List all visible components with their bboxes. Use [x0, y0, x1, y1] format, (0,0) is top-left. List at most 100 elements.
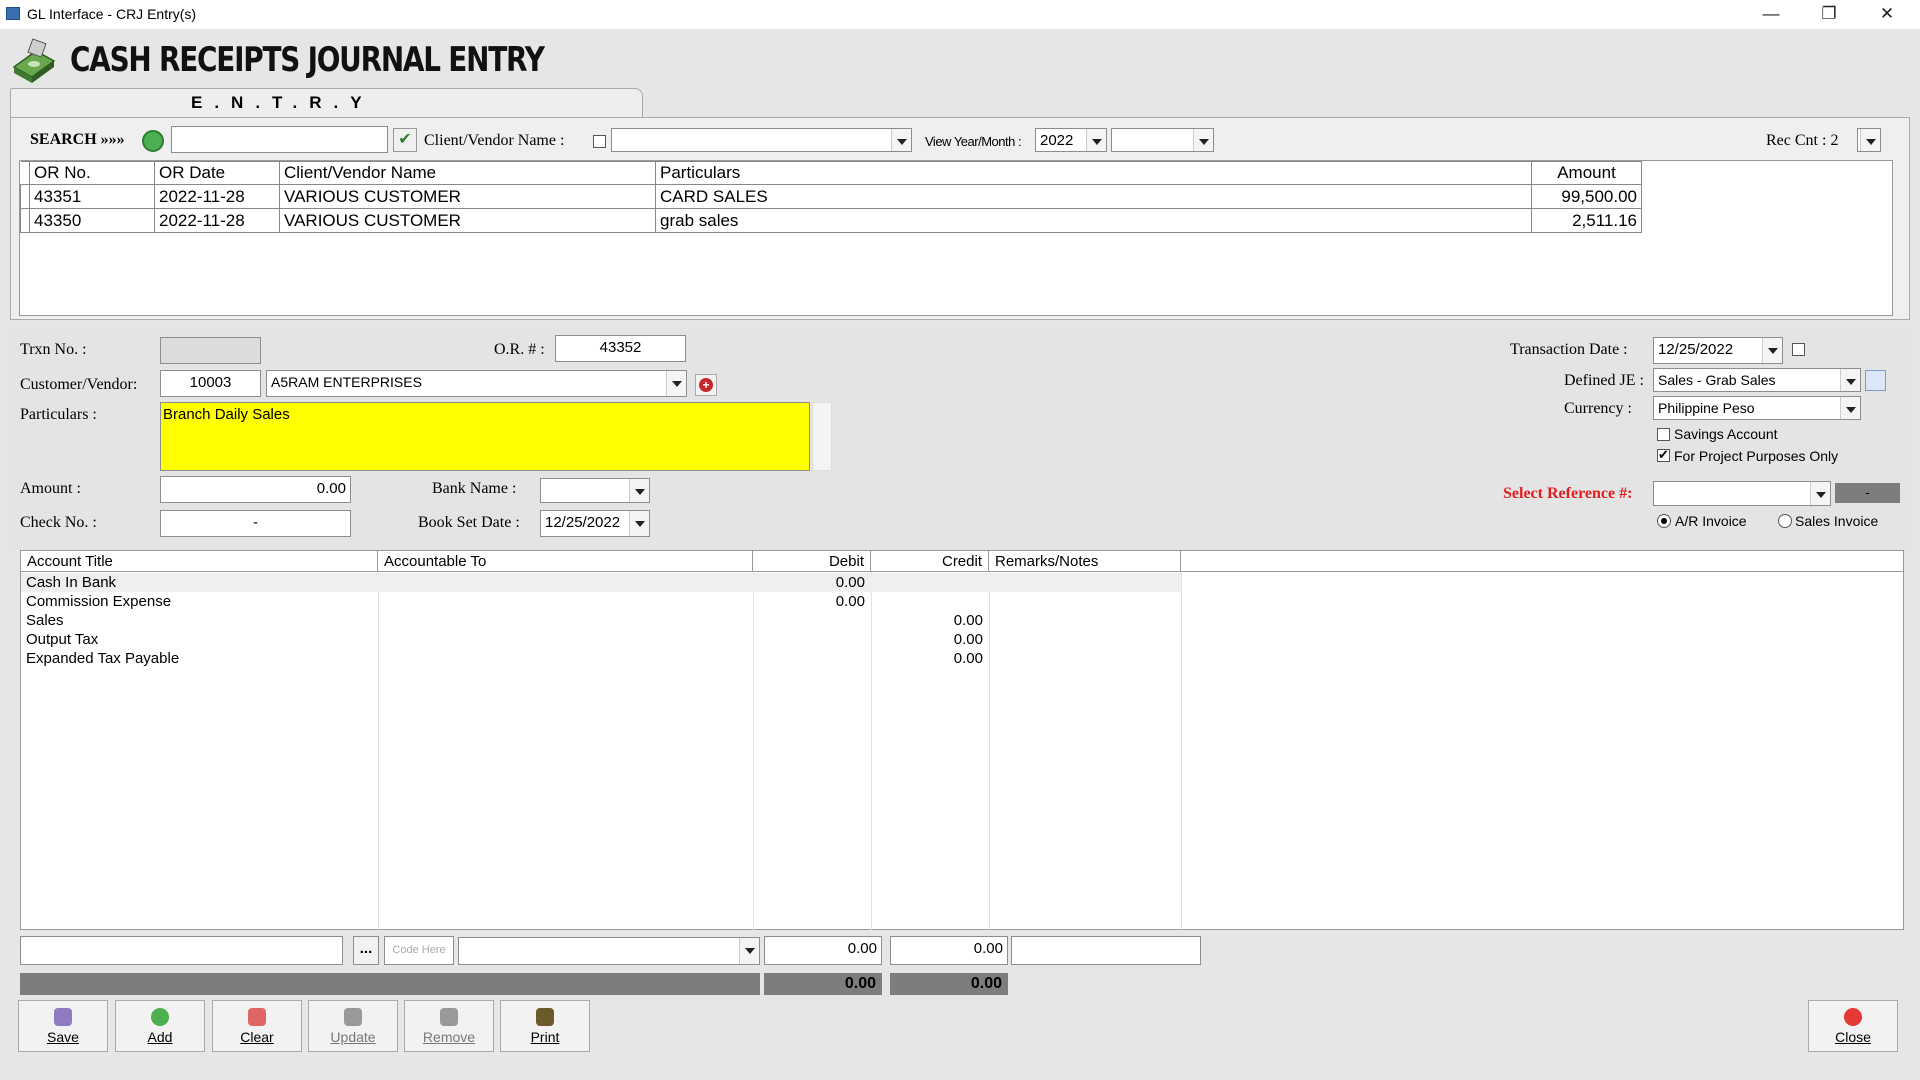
refresh-icon[interactable] — [142, 130, 164, 152]
book-set-date-picker[interactable]: 12/25/2022 — [540, 510, 650, 537]
bank-name-dropdown[interactable] — [540, 478, 650, 503]
book-set-date-label: Book Set Date : — [418, 514, 520, 531]
update-icon — [344, 1008, 362, 1026]
or-no-field[interactable]: 43352 — [555, 335, 686, 362]
credit-input[interactable]: 0.00 — [890, 936, 1008, 965]
debit-input[interactable]: 0.00 — [764, 936, 882, 965]
currency-label: Currency : — [1564, 400, 1632, 417]
calendar-icon[interactable] — [1865, 370, 1886, 391]
cell-or-date: 2022-11-28 — [154, 184, 280, 209]
clear-icon — [248, 1008, 266, 1026]
cell-account-title: Output Tax — [26, 631, 99, 648]
table-row[interactable]: 43350 2022-11-28 VARIOUS CUSTOMER grab s… — [20, 208, 1642, 233]
row-selector[interactable] — [20, 184, 30, 209]
cell-amount: 99,500.00 — [1531, 184, 1642, 209]
browse-account-button[interactable]: ... — [353, 936, 379, 965]
remarks-input[interactable] — [1011, 936, 1201, 965]
particulars-textarea[interactable]: Branch Daily Sales — [160, 402, 810, 471]
particulars-scrollbar[interactable] — [812, 402, 832, 471]
search-go-icon[interactable]: ✔ — [393, 128, 417, 152]
amount-field[interactable]: 0.00 — [160, 476, 351, 503]
records-grid: OR No. OR Date Client/Vendor Name Partic… — [19, 160, 1893, 316]
ar-invoice-radio[interactable] — [1657, 514, 1671, 528]
close-window-button[interactable]: ✕ — [1858, 0, 1916, 29]
transaction-date-label: Transaction Date : — [1510, 341, 1628, 358]
print-button[interactable]: Print — [500, 1000, 590, 1052]
sales-invoice-radio[interactable] — [1778, 514, 1792, 528]
cell-account-title: Commission Expense — [26, 593, 172, 610]
entry-row[interactable]: Output Tax 0.00 — [21, 630, 1181, 649]
customer-name-dropdown[interactable]: A5RAM ENTERPRISES — [266, 370, 687, 397]
clear-button[interactable]: Clear — [212, 1000, 302, 1052]
search-label: SEARCH »»» — [30, 131, 125, 148]
entry-row[interactable]: Cash In Bank 0.00 — [21, 573, 1181, 592]
update-button[interactable]: Update — [308, 1000, 398, 1052]
check-no-label: Check No. : — [20, 514, 97, 531]
view-year-month-label: View Year/Month : — [925, 134, 1022, 149]
select-reference-dropdown[interactable] — [1653, 481, 1831, 506]
journal-entries-grid: Account Title Accountable To Debit Credi… — [20, 550, 1904, 930]
trxn-no-field — [160, 337, 261, 364]
transaction-date-picker[interactable]: 12/25/2022 — [1653, 337, 1783, 364]
client-vendor-dropdown[interactable] — [611, 128, 912, 152]
entry-form: Trxn No. : O.R. # : 43352 Customer/Vendo… — [10, 328, 1910, 550]
accountable-to-dropdown[interactable] — [458, 937, 760, 965]
amount-label: Amount : — [20, 480, 81, 497]
cell-account-title: Expanded Tax Payable — [26, 650, 180, 667]
cell-account-title: Cash In Bank — [26, 574, 117, 591]
record-count: Rec Cnt : 2 — [1766, 132, 1839, 149]
records-panel: SEARCH »»» ✔ Client/Vendor Name : View Y… — [10, 117, 1910, 320]
search-input[interactable] — [171, 126, 388, 153]
project-purposes-checkbox[interactable] — [1657, 447, 1670, 463]
cell-debit: 0.00 — [835, 593, 865, 610]
currency-dropdown[interactable]: Philippine Peso — [1653, 396, 1861, 420]
cell-credit: 0.00 — [953, 612, 983, 629]
col-debit: Debit — [753, 551, 871, 572]
account-title-input[interactable] — [20, 936, 343, 965]
customer-vendor-label: Customer/Vendor: — [20, 376, 138, 393]
close-button[interactable]: Close — [1808, 1000, 1898, 1052]
transaction-date-checkbox[interactable] — [1792, 343, 1805, 356]
col-amount: Amount — [1531, 161, 1642, 185]
client-vendor-label: Client/Vendor Name : — [424, 132, 565, 149]
client-vendor-checkbox[interactable] — [593, 135, 606, 148]
project-purposes-label: For Project Purposes Only — [1674, 448, 1839, 464]
save-button[interactable]: Save — [18, 1000, 108, 1052]
add-customer-button[interactable]: + — [695, 374, 717, 396]
remove-icon — [440, 1008, 458, 1026]
entry-row[interactable]: Commission Expense 0.00 — [21, 592, 1181, 611]
select-reference-label: Select Reference #: — [1503, 485, 1633, 502]
year-dropdown[interactable]: 2022 — [1035, 128, 1107, 152]
savings-account-label: Savings Account — [1674, 426, 1778, 442]
check-no-field[interactable]: - — [160, 510, 351, 537]
add-button[interactable]: Add — [115, 1000, 205, 1052]
entry-row[interactable]: Sales 0.00 — [21, 611, 1181, 630]
total-debit: 0.00 — [764, 973, 882, 995]
row-selector[interactable] — [20, 208, 30, 233]
reference-status: - — [1835, 483, 1900, 503]
cell-amount: 2,511.16 — [1531, 208, 1642, 233]
cash-register-icon — [10, 37, 58, 85]
col-or-no: OR No. — [29, 161, 155, 185]
cell-debit: 0.00 — [835, 574, 865, 591]
minimize-button[interactable]: — — [1742, 0, 1800, 29]
remove-button[interactable]: Remove — [404, 1000, 494, 1052]
tab-entry[interactable]: E.N.T.R.Y — [10, 88, 643, 118]
savings-account-checkbox[interactable] — [1657, 428, 1670, 441]
trxn-no-label: Trxn No. : — [20, 341, 87, 358]
code-input[interactable]: Code Here — [384, 936, 454, 965]
month-dropdown[interactable] — [1111, 128, 1214, 152]
page-title: CASH RECEIPTS JOURNAL ENTRY — [70, 40, 545, 80]
entry-row[interactable]: Expanded Tax Payable 0.00 — [21, 649, 1181, 668]
bank-name-label: Bank Name : — [432, 480, 517, 497]
ar-invoice-label: A/R Invoice — [1675, 513, 1747, 529]
total-credit: 0.00 — [890, 973, 1008, 995]
particulars-label: Particulars : — [20, 406, 97, 423]
restore-button[interactable]: ❐ — [1800, 0, 1858, 29]
defined-je-dropdown[interactable]: Sales - Grab Sales — [1653, 368, 1861, 392]
col-client-vendor: Client/Vendor Name — [279, 161, 656, 185]
table-row[interactable]: 43351 2022-11-28 VARIOUS CUSTOMER CARD S… — [20, 184, 1642, 209]
customer-code-field[interactable]: 10003 — [160, 370, 261, 397]
record-count-dropdown[interactable] — [1857, 128, 1881, 152]
col-credit: Credit — [871, 551, 989, 572]
